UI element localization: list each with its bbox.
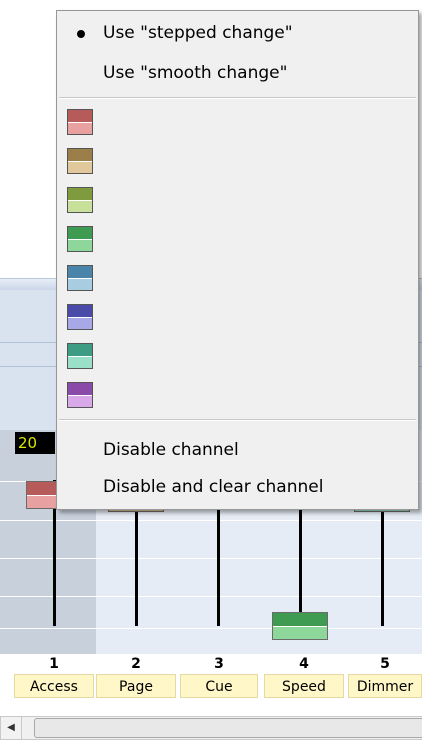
channel-name-label[interactable]: Cue: [180, 674, 258, 698]
color-swatch-icon: [67, 187, 93, 213]
menu-item-disable-and-clear-channel[interactable]: Disable and clear channel: [59, 471, 416, 503]
color-swatch-icon: [67, 109, 93, 135]
context-menu: Use "stepped change" Use "smooth change"…: [56, 10, 419, 510]
fader-knob[interactable]: [272, 612, 328, 640]
menu-separator: [59, 419, 416, 421]
horizontal-scrollbar[interactable]: ◀: [0, 706, 422, 750]
channel-name-label[interactable]: Page: [96, 674, 176, 698]
menu-item-color-steel-blue[interactable]: [59, 263, 416, 293]
channel-number: 3: [214, 656, 224, 672]
color-swatch-icon: [67, 343, 93, 369]
channel-name-label[interactable]: Dimmer: [348, 674, 422, 698]
channel-number: 5: [380, 656, 390, 672]
channel-name-label[interactable]: Speed: [264, 674, 344, 698]
menu-item-color-purple[interactable]: [59, 380, 416, 410]
menu-item-label: Use "smooth change": [103, 63, 288, 83]
channel-number: 4: [299, 656, 309, 672]
color-swatch-icon: [67, 265, 93, 291]
scroll-left-arrow-icon[interactable]: ◀: [0, 716, 22, 740]
menu-item-color-green[interactable]: [59, 224, 416, 254]
menu-item-stepped-change[interactable]: Use "stepped change": [59, 17, 416, 49]
channel-labels: 1 Access 2 Page 3 Cue 4 Speed 5 Dimmer: [0, 654, 422, 706]
menu-item-label: Disable channel: [103, 440, 239, 460]
channel-value-display: 20: [15, 432, 55, 454]
menu-item-color-olive[interactable]: [59, 185, 416, 215]
menu-item-color-indigo[interactable]: [59, 302, 416, 332]
channel-name-label[interactable]: Access: [14, 674, 94, 698]
color-swatch-icon: [67, 148, 93, 174]
menu-item-label: Disable and clear channel: [103, 477, 324, 497]
grid-line: [0, 628, 422, 629]
color-swatch-icon: [67, 304, 93, 330]
menu-item-color-teal[interactable]: [59, 341, 416, 371]
channel-number: 2: [131, 656, 141, 672]
menu-separator: [59, 97, 416, 99]
menu-item-color-red[interactable]: [59, 107, 416, 137]
grid-line: [0, 520, 422, 521]
channel-number: 1: [49, 656, 59, 672]
color-swatch-icon: [67, 226, 93, 252]
menu-item-smooth-change[interactable]: Use "smooth change": [59, 57, 416, 89]
scroll-thumb[interactable]: [34, 718, 422, 738]
color-swatch-icon: [67, 382, 93, 408]
menu-item-label: Use "stepped change": [103, 23, 293, 43]
grid-line: [0, 558, 422, 559]
menu-item-disable-channel[interactable]: Disable channel: [59, 434, 416, 466]
radio-bullet-icon: [77, 30, 85, 38]
grid-line: [0, 596, 422, 597]
menu-item-color-tan[interactable]: [59, 146, 416, 176]
